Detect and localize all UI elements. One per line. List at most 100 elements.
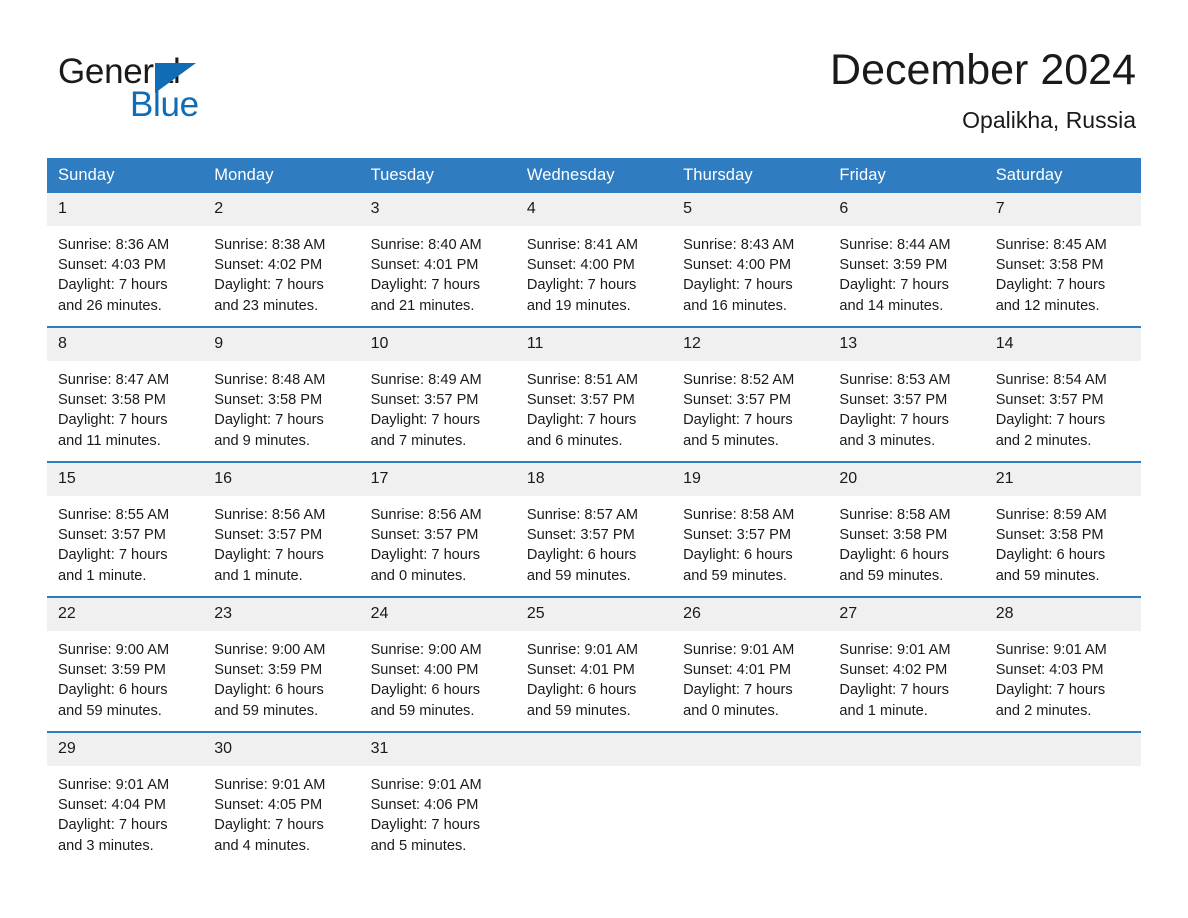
- sunset-time: Sunset: 3:57 PM: [526, 527, 635, 544]
- day-number: 27: [828, 598, 985, 631]
- day-sun-info: Sunrise: 9:01 AM Sunset: 4:01 PM Daylight:…: [672, 631, 828, 721]
- daylight-duration-line1: Daylight: 7 hours: [370, 412, 481, 429]
- day-sun-info: Sunrise: 8:51 AM Sunset: 3:57 PM Daylight:…: [516, 361, 672, 451]
- sunset-time: Sunset: 4:02 PM: [214, 257, 323, 274]
- calendar-day-cell[interactable]: 18 Sunrise: 8:57 AM Sunset: 3:57 PM Dayligh…: [515, 461, 673, 584]
- calendar-day-cell[interactable]: 19 Sunrise: 8:58 AM Sunset: 3:57 PM Dayligh…: [672, 461, 829, 584]
- calendar-day-cell[interactable]: 14 Sunrise: 8:54 AM Sunset: 3:57 PM Dayligh…: [984, 326, 1141, 449]
- calendar-day-cell[interactable]: 6 Sunrise: 8:44 AM Sunset: 3:59 PM Daylight…: [828, 193, 985, 314]
- calendar-day-cell[interactable]: 27 Sunrise: 9:01 AM Sunset: 4:02 PM Dayligh…: [828, 596, 985, 719]
- calendar-day-cell[interactable]: 13 Sunrise: 8:53 AM Sunset: 3:57 PM Dayligh…: [828, 326, 985, 449]
- day-cell-content: [984, 733, 1141, 851]
- calendar-day-cell[interactable]: 5 Sunrise: 8:43 AM Sunset: 4:00 PM Daylight…: [672, 193, 829, 314]
- day-number: 10: [359, 328, 516, 361]
- calendar-day-cell[interactable]: 21 Sunrise: 8:59 AM Sunset: 3:58 PM Dayligh…: [984, 461, 1141, 584]
- calendar-day-cell[interactable]: 29 Sunrise: 9:01 AM Sunset: 4:04 PM Dayligh…: [47, 731, 204, 854]
- day-number: 26: [672, 598, 829, 631]
- day-cell-content: 13 Sunrise: 8:53 AM Sunset: 3:57 PM Dayligh…: [828, 328, 985, 449]
- calendar-day-cell[interactable]: 7 Sunrise: 8:45 AM Sunset: 3:58 PM Daylight…: [984, 193, 1141, 314]
- calendar-day-cell[interactable]: 15 Sunrise: 8:55 AM Sunset: 3:57 PM Dayligh…: [47, 461, 204, 584]
- sunrise-time: Sunrise: 8:48 AM: [214, 372, 326, 388]
- calendar-week-row: 1 Sunrise: 8:36 AM Sunset: 4:03 PM Daylight…: [47, 193, 1141, 314]
- calendar-day-cell[interactable]: [515, 731, 673, 851]
- sunrise-time: Sunrise: 9:01 AM: [214, 777, 326, 793]
- sunrise-time: Sunrise: 8:44 AM: [839, 237, 951, 253]
- calendar-day-cell[interactable]: 8 Sunrise: 8:47 AM Sunset: 3:58 PM Daylight…: [47, 326, 204, 449]
- calendar-day-cell[interactable]: 11 Sunrise: 8:51 AM Sunset: 3:57 PM Dayligh…: [515, 326, 673, 449]
- sunrise-time: Sunrise: 9:01 AM: [683, 642, 795, 658]
- day-number: 28: [984, 598, 1141, 631]
- calendar-day-cell[interactable]: 31 Sunrise: 9:01 AM Sunset: 4:06 PM Dayligh…: [359, 731, 516, 854]
- calendar-day-cell[interactable]: [984, 731, 1141, 851]
- day-number: 9: [203, 328, 360, 361]
- calendar-day-cell[interactable]: 26 Sunrise: 9:01 AM Sunset: 4:01 PM Dayligh…: [672, 596, 829, 719]
- day-cell-content: 24 Sunrise: 9:00 AM Sunset: 4:00 PM Dayligh…: [359, 598, 516, 719]
- calendar-day-cell[interactable]: 2 Sunrise: 8:38 AM Sunset: 4:02 PM Daylight…: [203, 193, 360, 314]
- calendar-day-cell[interactable]: 9 Sunrise: 8:48 AM Sunset: 3:58 PM Daylight…: [203, 326, 360, 449]
- sunrise-time: Sunrise: 8:36 AM: [58, 237, 170, 253]
- daylight-duration-line1: Daylight: 7 hours: [995, 412, 1106, 429]
- sunset-time: Sunset: 3:59 PM: [58, 662, 166, 679]
- calendar-day-cell[interactable]: 23 Sunrise: 9:00 AM Sunset: 3:59 PM Dayligh…: [203, 596, 360, 719]
- sunrise-time: Sunrise: 8:51 AM: [526, 372, 638, 388]
- sunrise-time: Sunrise: 9:00 AM: [58, 642, 170, 658]
- calendar-day-cell[interactable]: [828, 731, 985, 851]
- sunset-time: Sunset: 3:58 PM: [839, 527, 948, 544]
- calendar-day-cell[interactable]: 3 Sunrise: 8:40 AM Sunset: 4:01 PM Daylight…: [359, 193, 516, 314]
- calendar-day-cell[interactable]: 22 Sunrise: 9:00 AM Sunset: 3:59 PM Dayligh…: [47, 596, 204, 719]
- calendar-day-cell[interactable]: 1 Sunrise: 8:36 AM Sunset: 4:03 PM Daylight…: [47, 193, 204, 314]
- sunrise-time: Sunrise: 8:45 AM: [995, 237, 1107, 253]
- daylight-duration-line1: Daylight: 6 hours: [526, 547, 637, 564]
- calendar-day-cell[interactable]: 10 Sunrise: 8:49 AM Sunset: 3:57 PM Dayligh…: [359, 326, 516, 449]
- day-number: 8: [47, 328, 204, 361]
- day-cell-content: 25 Sunrise: 9:01 AM Sunset: 4:01 PM Dayligh…: [515, 598, 673, 719]
- day-sun-info: Sunrise: 8:55 AM Sunset: 3:57 PM Daylight:…: [47, 496, 203, 586]
- sunrise-time: Sunrise: 8:58 AM: [683, 507, 795, 523]
- calendar-page: General Blue December 2024 Opalikha, Rus…: [0, 0, 1188, 918]
- day-number: 6: [828, 193, 985, 226]
- sunrise-time: Sunrise: 8:47 AM: [58, 372, 170, 388]
- calendar-day-cell[interactable]: 16 Sunrise: 8:56 AM Sunset: 3:57 PM Dayligh…: [203, 461, 360, 584]
- calendar-day-cell[interactable]: 25 Sunrise: 9:01 AM Sunset: 4:01 PM Dayligh…: [515, 596, 673, 719]
- calendar-day-cell[interactable]: 28 Sunrise: 9:01 AM Sunset: 4:03 PM Dayligh…: [984, 596, 1141, 719]
- daylight-duration-line1: Daylight: 7 hours: [58, 412, 168, 429]
- calendar-day-cell[interactable]: 17 Sunrise: 8:56 AM Sunset: 3:57 PM Dayligh…: [359, 461, 516, 584]
- calendar-day-cell[interactable]: 12 Sunrise: 8:52 AM Sunset: 3:57 PM Dayligh…: [672, 326, 829, 449]
- sunset-time: Sunset: 3:57 PM: [683, 527, 792, 544]
- day-number: 23: [203, 598, 360, 631]
- sunrise-time: Sunrise: 8:56 AM: [370, 507, 482, 523]
- day-sun-info: Sunrise: 8:45 AM Sunset: 3:58 PM Daylight:…: [985, 226, 1141, 316]
- sunrise-time: Sunrise: 9:00 AM: [370, 642, 482, 658]
- page-title: December 2024: [830, 46, 1136, 94]
- daylight-duration-line2: and 5 minutes.: [370, 837, 467, 854]
- logo-text-blue: Blue: [130, 85, 199, 124]
- generalblue-logo[interactable]: General Blue: [58, 52, 318, 124]
- sunrise-time: Sunrise: 9:01 AM: [526, 642, 638, 658]
- day-sun-info: Sunrise: 9:00 AM Sunset: 4:00 PM Daylight:…: [360, 631, 516, 721]
- day-sun-info: Sunrise: 9:00 AM Sunset: 3:59 PM Daylight:…: [203, 631, 359, 721]
- sunset-time: Sunset: 4:04 PM: [58, 797, 166, 814]
- daylight-duration-line1: Daylight: 6 hours: [683, 547, 793, 564]
- sunset-time: Sunset: 4:00 PM: [683, 257, 792, 274]
- calendar-day-cell[interactable]: 30 Sunrise: 9:01 AM Sunset: 4:05 PM Dayligh…: [203, 731, 360, 854]
- daylight-duration-line1: Daylight: 7 hours: [683, 682, 793, 699]
- sunset-time: Sunset: 4:03 PM: [995, 662, 1104, 679]
- day-cell-content: 23 Sunrise: 9:00 AM Sunset: 3:59 PM Dayligh…: [203, 598, 360, 719]
- calendar-week-row: 15 Sunrise: 8:55 AM Sunset: 3:57 PM Dayligh…: [47, 461, 1141, 584]
- sunrise-time: Sunrise: 8:40 AM: [370, 237, 482, 253]
- day-number: 14: [984, 328, 1141, 361]
- calendar-day-cell[interactable]: 4 Sunrise: 8:41 AM Sunset: 4:00 PM Daylight…: [515, 193, 673, 314]
- sunset-time: Sunset: 4:02 PM: [839, 662, 948, 679]
- calendar-day-cell[interactable]: 20 Sunrise: 8:58 AM Sunset: 3:58 PM Dayligh…: [828, 461, 985, 584]
- daylight-duration-line1: Daylight: 7 hours: [839, 277, 949, 294]
- day-sun-info: Sunrise: 8:48 AM Sunset: 3:58 PM Daylight:…: [203, 361, 359, 451]
- sunrise-time: Sunrise: 9:00 AM: [214, 642, 326, 658]
- daylight-duration-line1: Daylight: 7 hours: [58, 547, 168, 564]
- weekday-header-sunday: Sunday: [47, 158, 204, 193]
- calendar-day-cell[interactable]: 24 Sunrise: 9:00 AM Sunset: 4:00 PM Dayligh…: [359, 596, 516, 719]
- day-sun-info: Sunrise: 8:53 AM Sunset: 3:57 PM Daylight:…: [828, 361, 984, 451]
- calendar-day-cell[interactable]: [672, 731, 829, 851]
- sunset-time: Sunset: 4:05 PM: [214, 797, 323, 814]
- day-sun-info: Sunrise: 8:44 AM Sunset: 3:59 PM Daylight:…: [828, 226, 984, 316]
- day-number: 25: [515, 598, 673, 631]
